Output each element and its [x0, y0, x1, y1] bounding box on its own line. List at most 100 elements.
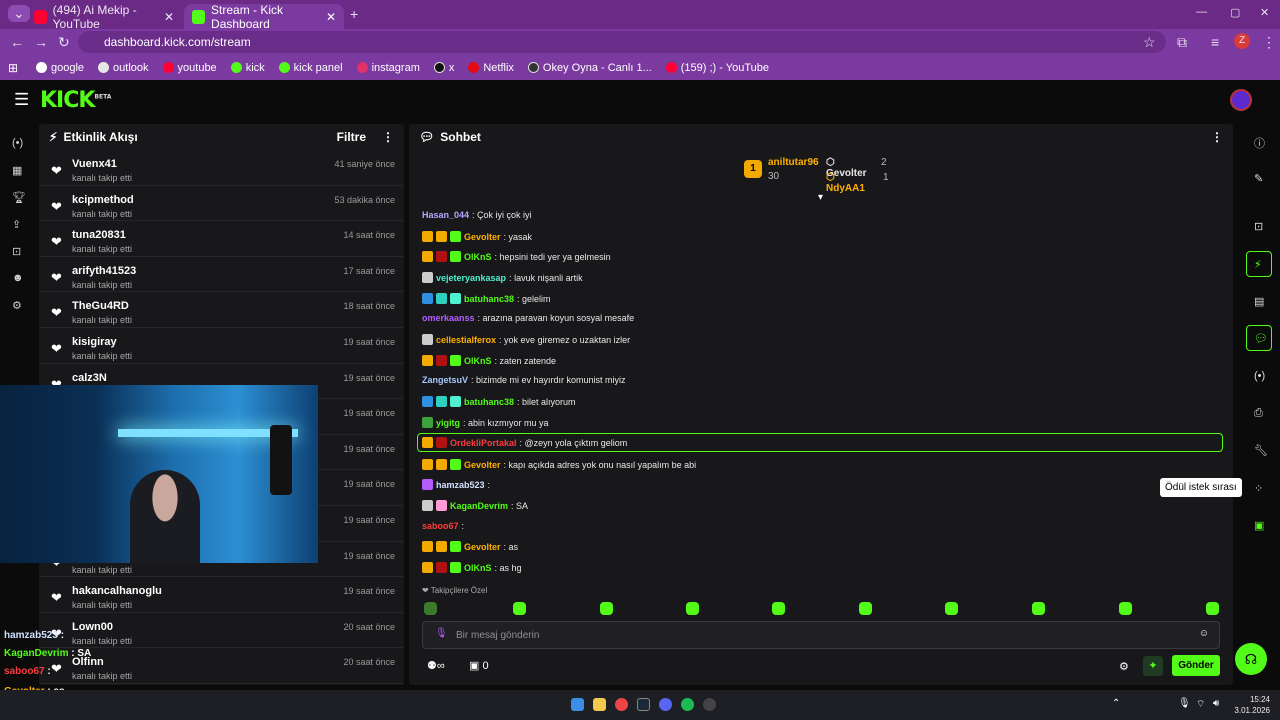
- focus-icon[interactable]: ⊡: [1254, 220, 1263, 233]
- spotify-icon[interactable]: [681, 698, 694, 711]
- upload-icon[interactable]: ⇪: [12, 218, 21, 231]
- new-tab-icon[interactable]: +: [350, 6, 358, 22]
- activity-item[interactable]: ❤ TheGu4RD kanalı takip etti 18 saat önce: [39, 292, 404, 328]
- emote-icon[interactable]: [1032, 602, 1045, 615]
- emote-icon[interactable]: [945, 602, 958, 615]
- url-field[interactable]: dashboard.kick.com/stream: [78, 31, 1166, 53]
- chat-username[interactable]: batuhanc38: [464, 397, 514, 407]
- chat-message[interactable]: OlKnS: as hg: [422, 562, 522, 573]
- emote-icon[interactable]: [859, 602, 872, 615]
- reading-list-icon[interactable]: ≡: [1211, 34, 1219, 50]
- leader-first-name[interactable]: aniltutar96: [768, 157, 819, 168]
- browser-menu-icon[interactable]: ⋮: [1262, 34, 1276, 51]
- chat-message[interactable]: OlKnS: zaten zatende: [422, 355, 556, 366]
- chat-button-frame[interactable]: [1246, 325, 1272, 351]
- bookmark-instagram[interactable]: instagram: [356, 62, 420, 74]
- chat-settings-icon[interactable]: ⚙: [1119, 660, 1129, 673]
- collapse-leaderboard-icon[interactable]: ▾: [818, 192, 823, 203]
- wrench-icon[interactable]: 🔧︎: [1254, 444, 1268, 457]
- mic-tray-icon[interactable]: 🎙︎: [1178, 698, 1191, 709]
- chat-username[interactable]: Gevolter: [464, 460, 501, 470]
- back-icon[interactable]: ←: [10, 34, 24, 50]
- chrome-icon[interactable]: [615, 698, 628, 711]
- bookmark-netflix[interactable]: Netflix: [468, 62, 514, 74]
- kick-bot-icon[interactable]: ✦: [1143, 656, 1163, 676]
- emote-icon[interactable]: [424, 602, 437, 615]
- lightning-button-frame[interactable]: [1246, 251, 1272, 277]
- chat-message[interactable]: KaganDevrim: SA: [422, 500, 528, 511]
- kick-app-icon[interactable]: ▣: [1254, 519, 1264, 532]
- settings-gear-icon[interactable]: ⚙: [12, 299, 22, 312]
- wifi-icon[interactable]: ⌔: [1196, 698, 1205, 711]
- leader-third[interactable]: ⬡ NdyAA1: [826, 172, 865, 194]
- support-headset-button[interactable]: ☊: [1235, 643, 1267, 675]
- chat-message[interactable]: Hasan_044: Çok iyi çok iyi: [422, 210, 532, 220]
- chat-username[interactable]: Gevolter: [464, 542, 501, 552]
- chat-username[interactable]: batuhanc38: [464, 294, 514, 304]
- discord-icon[interactable]: [659, 698, 672, 711]
- emote-icon[interactable]: [1119, 602, 1132, 615]
- chat-username[interactable]: omerkaanss: [422, 313, 475, 323]
- emote-icon[interactable]: [686, 602, 699, 615]
- tab-youtube[interactable]: (494) Ai Mekip - YouTube ✕: [26, 3, 182, 31]
- chat-message[interactable]: Gevolter: as: [422, 541, 518, 552]
- analytics-icon[interactable]: ▦: [12, 164, 22, 177]
- obs-icon[interactable]: [703, 698, 716, 711]
- chat-username[interactable]: Gevolter: [464, 232, 501, 242]
- close-tab-icon[interactable]: ✕: [164, 10, 174, 24]
- activity-item[interactable]: ❤ kcipmethod kanalı takip etti 53 dakika ön…: [39, 186, 404, 222]
- chat-message[interactable]: OlKnS: hepsini tedi yer ya gelmesin: [422, 251, 611, 262]
- chat-message[interactable]: yigitg: abin kızmıyor mu ya: [422, 417, 549, 428]
- chat-message[interactable]: hamzab523:: [422, 479, 490, 490]
- reward-queue-icon[interactable]: ⁘: [1254, 482, 1263, 495]
- hamburger-menu-icon[interactable]: ☰: [14, 90, 29, 110]
- maximize-icon[interactable]: ▢: [1230, 6, 1240, 19]
- chat-username[interactable]: ZangetsuV: [422, 375, 468, 385]
- profile-avatar[interactable]: Z: [1234, 33, 1250, 49]
- chat-message[interactable]: batuhanc38: bilet alıyorum: [422, 396, 576, 407]
- chat-message[interactable]: vejeteryankasap: lavuk nişanli artik: [422, 272, 583, 283]
- file-explorer-icon[interactable]: [593, 698, 606, 711]
- activity-item[interactable]: ❤ Vuenx41 kanalı takip etti 41 saniye önce: [39, 150, 404, 186]
- bookmark-okey[interactable]: Okey Oyna - Canlı 1...: [527, 62, 652, 74]
- volume-icon[interactable]: 🔊︎: [1213, 698, 1219, 709]
- emoji-picker-icon[interactable]: ☺: [1199, 628, 1209, 639]
- emote-icon[interactable]: [772, 602, 785, 615]
- chat-menu-icon[interactable]: ⋮: [1211, 130, 1223, 144]
- extensions-icon[interactable]: ⧉: [1177, 34, 1187, 51]
- chat-message[interactable]: OrdekliPortakal: @zeyn yola çıktım gelio…: [422, 437, 627, 448]
- activity-item[interactable]: ❤ Olfinn kanalı takip etti 20 saat önce: [39, 648, 404, 684]
- bookmark-google[interactable]: google: [36, 62, 84, 74]
- channel-points-icon[interactable]: ⚉∞: [427, 659, 445, 672]
- emote-icon[interactable]: [513, 602, 526, 615]
- bookmark-youtube-2[interactable]: (159) ;) - YouTube: [665, 62, 769, 74]
- bookmark-star-icon[interactable]: ☆: [1143, 34, 1156, 51]
- chat-username[interactable]: vejeteryankasap: [436, 273, 506, 283]
- close-tab-icon[interactable]: ✕: [326, 10, 336, 24]
- reload-icon[interactable]: ↻: [58, 34, 70, 51]
- stream-icon[interactable]: (•): [12, 137, 23, 149]
- chat-username[interactable]: cellestialferox: [436, 335, 496, 345]
- chat-username[interactable]: saboo67: [422, 521, 459, 531]
- chat-username[interactable]: Hasan_044: [422, 210, 469, 220]
- start-icon[interactable]: [571, 698, 584, 711]
- info-icon[interactable]: ⓘ: [1254, 135, 1265, 151]
- minimize-icon[interactable]: —: [1196, 6, 1207, 18]
- chat-message[interactable]: saboo67:: [422, 521, 464, 531]
- chat-username[interactable]: yigitg: [436, 418, 460, 428]
- chat-message-input[interactable]: 🎙︎ Bir mesaj gönderin ☺: [422, 621, 1220, 649]
- chat-username[interactable]: OlKnS: [464, 252, 492, 262]
- edit-pencil-icon[interactable]: ✎: [1254, 172, 1263, 185]
- printer-icon[interactable]: ⎙: [1254, 407, 1263, 420]
- broadcast-icon[interactable]: (•): [1254, 370, 1265, 382]
- chat-username[interactable]: OlKnS: [464, 563, 492, 573]
- chat-username[interactable]: hamzab523: [436, 480, 485, 490]
- chat-username[interactable]: OrdekliPortakal: [450, 438, 517, 448]
- bookmark-outlook[interactable]: outlook: [98, 62, 149, 74]
- activity-item[interactable]: ❤ Lown00 kanalı takip etti 20 saat önce: [39, 613, 404, 649]
- chat-message[interactable]: Gevolter: yasak: [422, 231, 532, 242]
- activity-item[interactable]: ❤ tuna20831 kanalı takip etti 14 saat önce: [39, 221, 404, 257]
- system-clock[interactable]: 15:24 3.01.2026: [1234, 694, 1270, 716]
- rewards-store[interactable]: ▣ 0: [469, 659, 489, 672]
- trophy-icon[interactable]: 🏆︎: [12, 191, 26, 204]
